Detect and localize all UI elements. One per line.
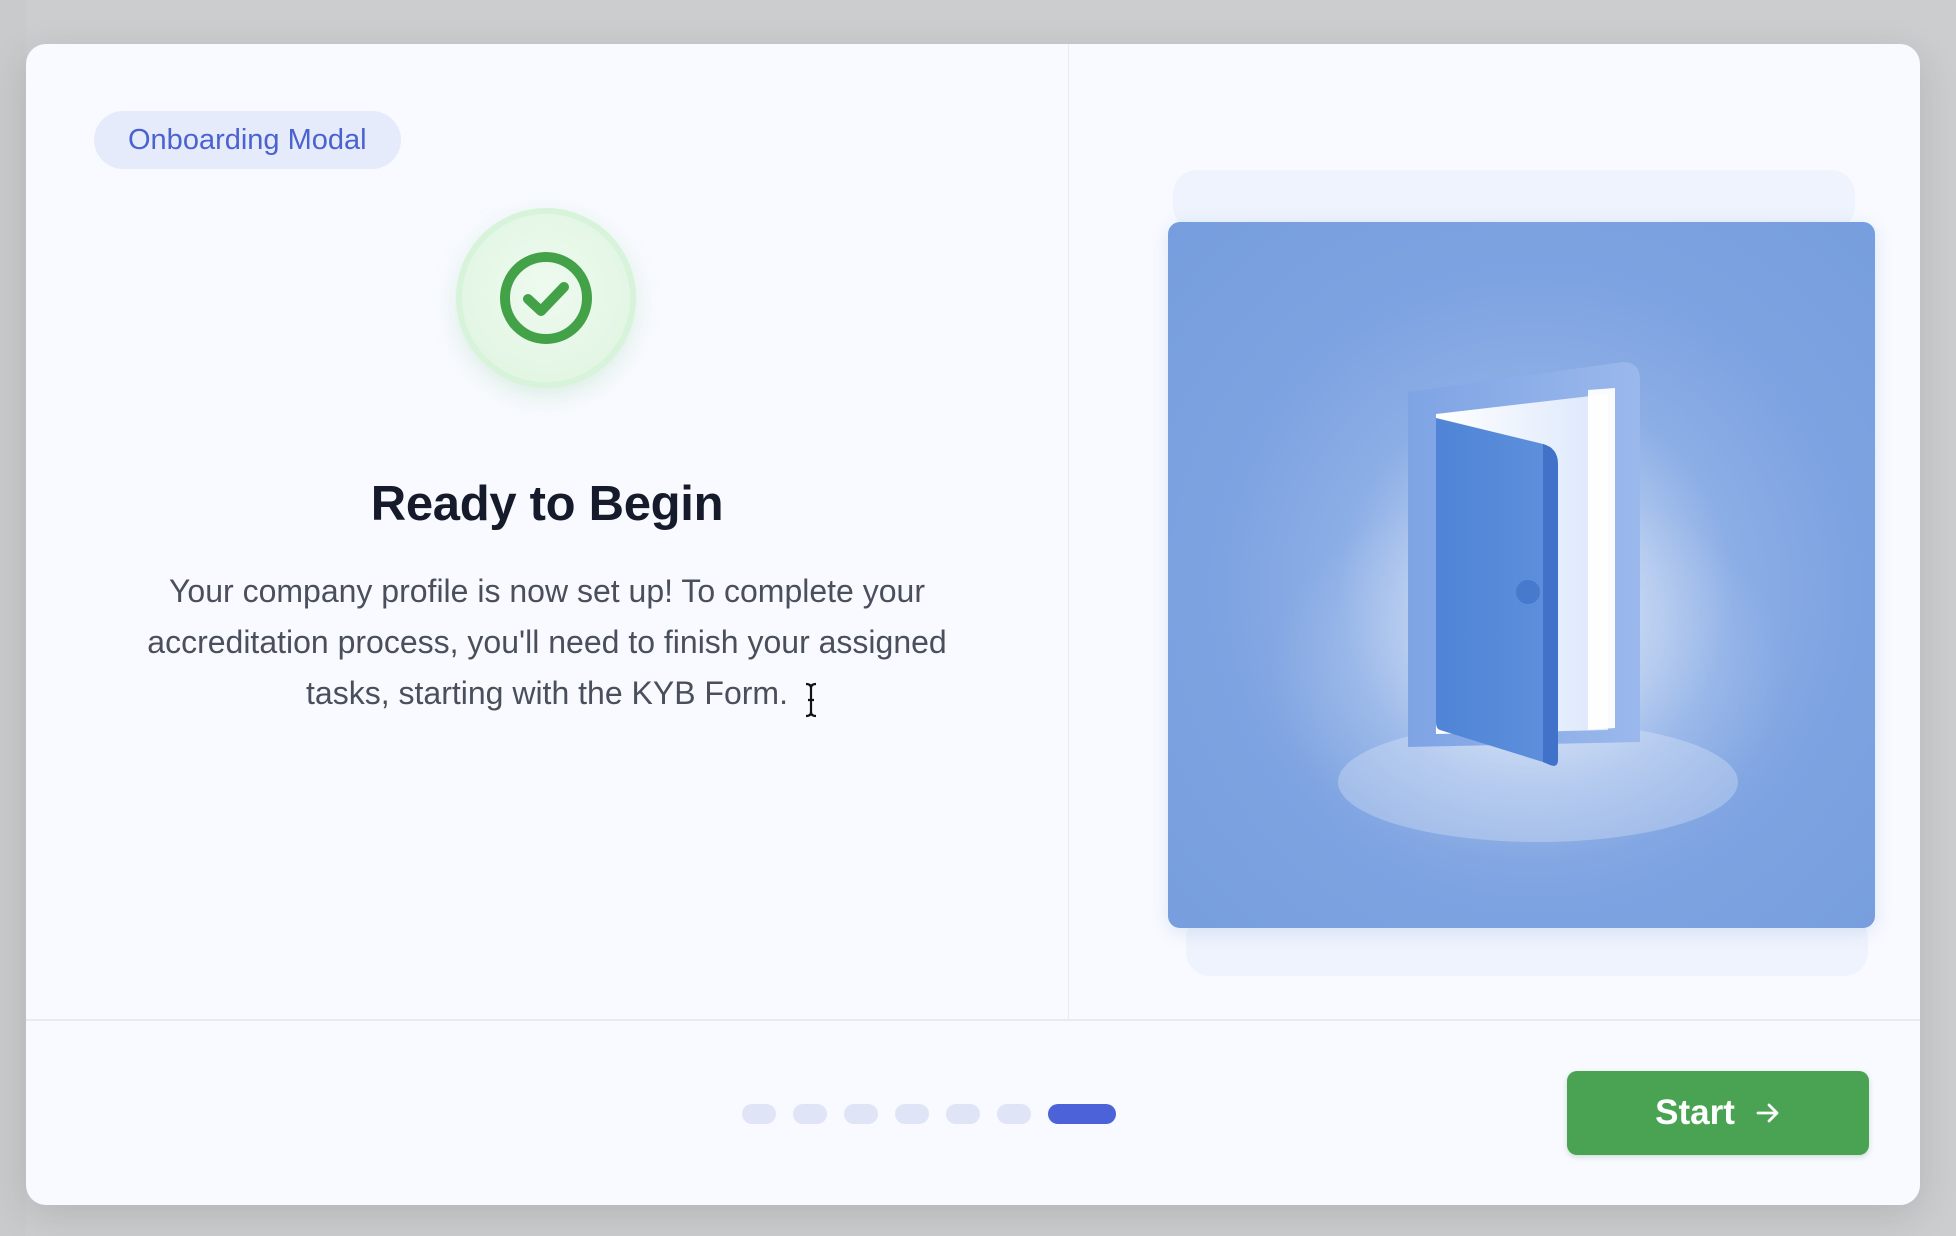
step-dot[interactable]: [895, 1104, 929, 1124]
step-dot[interactable]: [844, 1104, 878, 1124]
open-door-illustration: [1168, 222, 1875, 928]
modal-content-pane: Onboarding Modal Ready to Begin Your com…: [26, 44, 1069, 1019]
modal-description: Your company profile is now set up! To c…: [147, 573, 947, 711]
step-pagination: [742, 1103, 1116, 1125]
page-backdrop: [0, 0, 26, 1236]
modal-body: Onboarding Modal Ready to Begin Your com…: [26, 44, 1920, 1019]
onboarding-modal: Onboarding Modal Ready to Begin Your com…: [26, 44, 1920, 1205]
step-dot[interactable]: [793, 1104, 827, 1124]
footer-divider: [26, 1019, 1920, 1021]
illustration-backdrop: [1173, 170, 1855, 230]
success-badge: [462, 214, 630, 382]
start-button-label: Start: [1655, 1093, 1735, 1132]
step-dot[interactable]: [946, 1104, 980, 1124]
check-circle-icon: [500, 252, 592, 344]
step-dot-active[interactable]: [1048, 1104, 1116, 1124]
start-button[interactable]: Start: [1567, 1071, 1869, 1155]
arrow-right-icon: [1756, 1103, 1779, 1123]
step-dot[interactable]: [742, 1104, 776, 1124]
modal-title: Ready to Begin: [370, 477, 724, 531]
onboarding-tag: Onboarding Modal: [94, 111, 401, 169]
text-cursor-icon: [805, 682, 817, 718]
step-dot[interactable]: [997, 1104, 1031, 1124]
